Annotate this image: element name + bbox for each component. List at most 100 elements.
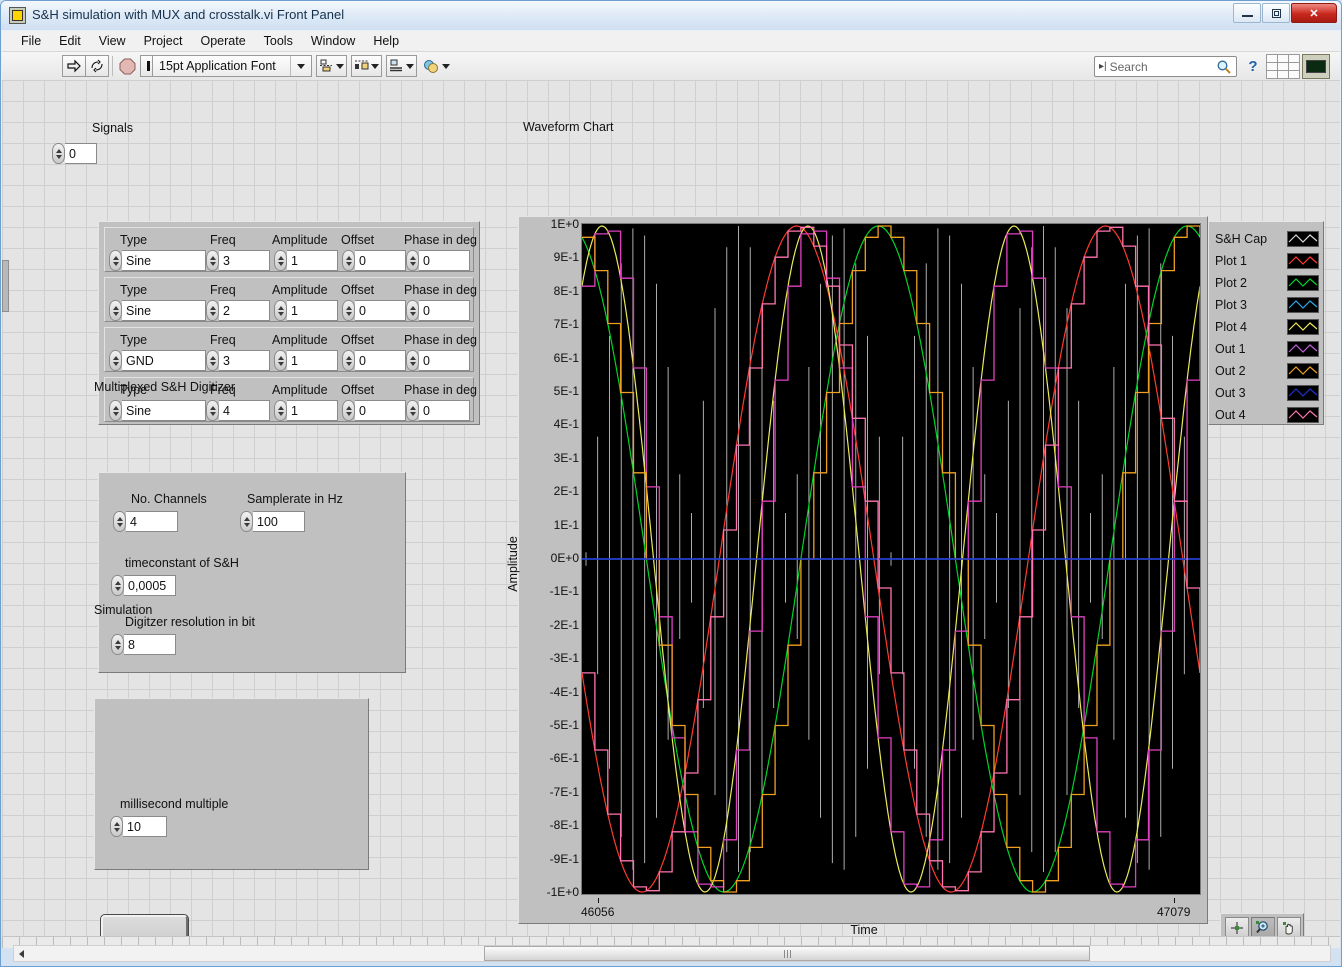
- signal-row-3-freq-spinner[interactable]: [206, 350, 219, 371]
- timeconstant-control[interactable]: 0,0005: [111, 575, 176, 596]
- menu-item-tools[interactable]: Tools: [255, 32, 302, 50]
- legend-color-swatch[interactable]: [1287, 362, 1319, 379]
- legend-color-swatch[interactable]: [1287, 252, 1319, 269]
- channels-spinner[interactable]: [113, 511, 126, 532]
- top-numeric-control[interactable]: 0: [52, 143, 97, 164]
- signal-row-1-freq-spinner[interactable]: [206, 250, 219, 271]
- waveform-chart[interactable]: Amplitude 1E+0 9E-1 8E-1 7E-1 6E-1 5E-1 4E-1 3E…: [506, 216, 1208, 936]
- signal-row-4-amplitude-spinner[interactable]: [274, 400, 287, 421]
- signal-row-2-freq-spinner[interactable]: [206, 300, 219, 321]
- top-numeric-spinner[interactable]: [52, 143, 65, 164]
- signal-row-3-type-control[interactable]: GND: [109, 350, 206, 371]
- legend-color-swatch[interactable]: [1287, 274, 1319, 291]
- signal-row-1-amplitude-control[interactable]: 1: [274, 250, 338, 271]
- signal-row-2-amplitude-spinner[interactable]: [274, 300, 287, 321]
- abort-execution-button[interactable]: [115, 55, 139, 77]
- signal-row-1-phase-spinner[interactable]: [406, 250, 419, 271]
- legend-row[interactable]: S&H Cap: [1215, 228, 1319, 249]
- signal-row-2-phase-value[interactable]: 0: [419, 300, 470, 321]
- menu-item-help[interactable]: Help: [364, 32, 408, 50]
- signal-row-3-type-value[interactable]: GND: [122, 350, 206, 371]
- signal-row-2-type-spinner[interactable]: [109, 300, 122, 321]
- panel-horizontal-scrollbar[interactable]: [13, 945, 1331, 962]
- signal-row-4-amplitude-value[interactable]: 1: [287, 400, 338, 421]
- legend-row[interactable]: Out 4: [1215, 404, 1319, 425]
- signal-row-3-offset-value[interactable]: 0: [355, 350, 406, 371]
- align-objects-button[interactable]: [316, 55, 347, 77]
- signal-row-4-freq-value[interactable]: 4: [219, 400, 270, 421]
- timeconstant-value[interactable]: 0,0005: [124, 575, 176, 596]
- signal-row-3-amplitude-spinner[interactable]: [274, 350, 287, 371]
- pan-tool-icon[interactable]: [1277, 917, 1301, 936]
- legend-row[interactable]: Out 1: [1215, 338, 1319, 359]
- vi-icon[interactable]: [1302, 54, 1330, 79]
- signal-row-3-freq-control[interactable]: 3: [206, 350, 270, 371]
- legend-row[interactable]: Plot 3: [1215, 294, 1319, 315]
- menu-item-view[interactable]: View: [90, 32, 135, 50]
- graph-palette[interactable]: [1220, 913, 1304, 936]
- signal-row-2-freq-control[interactable]: 2: [206, 300, 270, 321]
- menu-item-file[interactable]: File: [12, 32, 50, 50]
- signal-row-4-phase-value[interactable]: 0: [419, 400, 470, 421]
- signal-row-2-amplitude-control[interactable]: 1: [274, 300, 338, 321]
- signal-row-2-offset-control[interactable]: 0: [342, 300, 406, 321]
- signal-row-2-offset-value[interactable]: 0: [355, 300, 406, 321]
- legend-row[interactable]: Out 2: [1215, 360, 1319, 381]
- signal-row-3-amplitude-value[interactable]: 1: [287, 350, 338, 371]
- panel-scroll-thumb[interactable]: [484, 946, 1090, 961]
- panel-scroll-left-icon[interactable]: [14, 946, 28, 961]
- signal-row-1-amplitude-spinner[interactable]: [274, 250, 287, 271]
- legend-color-swatch[interactable]: [1287, 406, 1319, 423]
- ms-multiple-spinner[interactable]: [110, 816, 123, 837]
- signal-row-4-amplitude-control[interactable]: 1: [274, 400, 338, 421]
- resolution-value[interactable]: 8: [124, 634, 176, 655]
- legend-color-swatch[interactable]: [1287, 318, 1319, 335]
- signal-row-2-amplitude-value[interactable]: 1: [287, 300, 338, 321]
- signal-row-1-type-control[interactable]: Sine: [109, 250, 206, 271]
- signal-row-2-type-value[interactable]: Sine: [122, 300, 206, 321]
- channels-control[interactable]: 4: [113, 511, 178, 532]
- search-input[interactable]: ▸| Search: [1094, 56, 1237, 77]
- signal-row-1-offset-control[interactable]: 0: [342, 250, 406, 271]
- top-numeric-value[interactable]: 0: [65, 143, 97, 164]
- samplerate-control[interactable]: 100: [240, 511, 305, 532]
- help-icon[interactable]: ?: [1243, 56, 1263, 77]
- legend-color-swatch[interactable]: [1287, 384, 1319, 401]
- samplerate-value[interactable]: 100: [253, 511, 305, 532]
- y-axis[interactable]: 1E+0 9E-1 8E-1 7E-1 6E-1 5E-1 4E-1 3E-1 2E-1 1E-1…: [519, 217, 587, 901]
- signal-row-3-phase-value[interactable]: 0: [419, 350, 470, 371]
- ms-multiple-value[interactable]: 10: [123, 816, 167, 837]
- signal-row-4-freq-control[interactable]: 4: [206, 400, 270, 421]
- signal-row-4-phase-control[interactable]: 0: [406, 400, 470, 421]
- signal-row-4-type-control[interactable]: Sine: [109, 400, 206, 421]
- run-continuously-button[interactable]: [85, 55, 109, 77]
- plot-legend[interactable]: S&H Cap Plot 1 Plot 2 Plot 3 Plot 4 Out 1 Out …: [1208, 221, 1324, 425]
- signal-row-2-offset-spinner[interactable]: [342, 300, 355, 321]
- menu-item-operate[interactable]: Operate: [191, 32, 254, 50]
- signal-row-1-freq-value[interactable]: 3: [219, 250, 270, 271]
- signal-row-1-phase-control[interactable]: 0: [406, 250, 470, 271]
- legend-row[interactable]: Plot 4: [1215, 316, 1319, 337]
- legend-color-swatch[interactable]: [1287, 340, 1319, 357]
- menu-item-project[interactable]: Project: [135, 32, 192, 50]
- signal-row-3-freq-value[interactable]: 3: [219, 350, 270, 371]
- ms-multiple-control[interactable]: 10: [110, 816, 167, 837]
- signal-row-2-type-control[interactable]: Sine: [109, 300, 206, 321]
- signal-row-3-offset-control[interactable]: 0: [342, 350, 406, 371]
- minimize-button[interactable]: [1233, 3, 1261, 23]
- legend-row[interactable]: Plot 2: [1215, 272, 1319, 293]
- signal-row-4-type-spinner[interactable]: [109, 400, 122, 421]
- window-grid-icon[interactable]: [1266, 54, 1300, 79]
- resolution-control[interactable]: 8: [111, 634, 176, 655]
- restore-button[interactable]: [1262, 3, 1290, 23]
- legend-row[interactable]: Out 3: [1215, 382, 1319, 403]
- font-dropdown-icon[interactable]: [290, 56, 311, 76]
- zoom-tool-icon[interactable]: [1251, 917, 1275, 936]
- signal-row-1-freq-control[interactable]: 3: [206, 250, 270, 271]
- menu-item-window[interactable]: Window: [302, 32, 364, 50]
- signal-row-1-offset-value[interactable]: 0: [355, 250, 406, 271]
- samplerate-spinner[interactable]: [240, 511, 253, 532]
- signal-row-4-offset-control[interactable]: 0: [342, 400, 406, 421]
- signal-row-1-amplitude-value[interactable]: 1: [287, 250, 338, 271]
- signal-row-2-phase-spinner[interactable]: [406, 300, 419, 321]
